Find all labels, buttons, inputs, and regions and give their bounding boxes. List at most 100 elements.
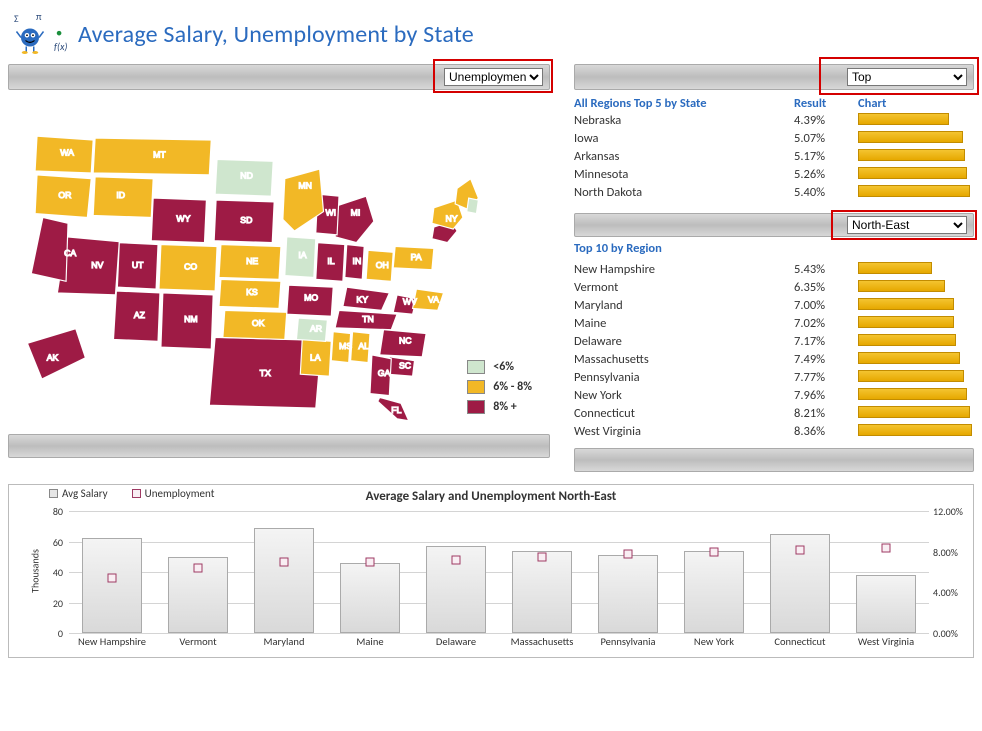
unemployment-point	[624, 550, 633, 559]
result-cell: 5.40%	[794, 185, 858, 200]
svg-text:TN: TN	[362, 314, 374, 324]
table-row: North Dakota5.40%	[574, 183, 974, 201]
bar-cell	[858, 388, 974, 402]
chart-bar	[858, 316, 954, 328]
legend-label-lt6: <6%	[493, 360, 514, 374]
svg-text:AZ: AZ	[134, 310, 146, 320]
result-cell: 8.36%	[794, 424, 858, 439]
svg-text:KS: KS	[246, 287, 258, 297]
map-legend: <6% 6% - 8% 8% +	[467, 360, 532, 420]
svg-text:WA: WA	[60, 148, 74, 158]
table-row: Massachusetts7.49%	[574, 350, 974, 368]
result-cell: 5.07%	[794, 131, 858, 146]
result-cell: 7.02%	[794, 316, 858, 331]
order-dropdown[interactable]: TopBottom	[847, 68, 967, 86]
bar-cell	[858, 113, 974, 127]
table-row: Nebraska4.39%	[574, 111, 974, 129]
svg-text:NY: NY	[445, 213, 457, 223]
table-row: Vermont6.35%	[574, 278, 974, 296]
svg-text:CA: CA	[64, 248, 76, 258]
separator-bar-left	[8, 434, 550, 458]
svg-text:NV: NV	[91, 260, 103, 270]
svg-text:WI: WI	[325, 208, 336, 218]
order-control-bar: TopBottom	[574, 64, 974, 90]
table-row: West Virginia8.36%	[574, 422, 974, 440]
region-dropdown[interactable]: North-EastSouthMid-WestWest	[847, 216, 967, 234]
y-axis-left-ticks: 020406080	[41, 511, 65, 633]
x-tick-label: New Hampshire	[69, 635, 155, 655]
svg-text:MN: MN	[298, 180, 312, 190]
svg-text:PA: PA	[411, 252, 422, 262]
metric-dropdown[interactable]: UnemploymentAvg Salary	[444, 68, 543, 86]
result-cell: 5.43%	[794, 262, 858, 277]
svg-text:NM: NM	[184, 314, 198, 324]
unemployment-point	[710, 548, 719, 557]
svg-text:LA: LA	[310, 353, 321, 363]
x-tick-label: Pennsylvania	[585, 635, 671, 655]
salary-column	[512, 551, 572, 633]
table-row: New Hampshire5.43%	[574, 260, 974, 278]
legend-swatch-lt6	[467, 360, 485, 374]
state-cell: Nebraska	[574, 113, 794, 128]
result-cell: 7.17%	[794, 334, 858, 349]
chart-bar	[858, 424, 972, 436]
chart-bar	[858, 149, 965, 161]
state-cell: Arkansas	[574, 149, 794, 164]
svg-text:VA: VA	[428, 295, 439, 305]
state-cell: Connecticut	[574, 406, 794, 421]
bar-cell	[858, 370, 974, 384]
state-cell: Vermont	[574, 280, 794, 295]
chart-bar	[858, 185, 970, 197]
state-cell: New Hampshire	[574, 262, 794, 277]
table-row: Iowa5.07%	[574, 129, 974, 147]
main-content: WAORID MTNDMN CANVUT WYSDCO IANEKS AZNMO…	[8, 96, 974, 472]
svg-text:SC: SC	[399, 360, 411, 370]
svg-text:MI: MI	[351, 208, 361, 218]
bar-cell	[858, 280, 974, 294]
bar-cell	[858, 185, 974, 199]
table-row: Connecticut8.21%	[574, 404, 974, 422]
svg-text:ND: ND	[240, 171, 253, 181]
state-cell: Maryland	[574, 298, 794, 313]
result-cell: 6.35%	[794, 280, 858, 295]
x-tick-label: Maine	[327, 635, 413, 655]
top5-title: All Regions Top 5 by State	[574, 96, 794, 111]
unemployment-point	[366, 557, 375, 566]
bar-cell	[858, 334, 974, 348]
top5-body: Nebraska4.39%Iowa5.07%Arkansas5.17%Minne…	[574, 111, 974, 201]
unemployment-point	[108, 573, 117, 582]
svg-text:MT: MT	[153, 149, 166, 159]
us-map: WAORID MTNDMN CANVUT WYSDCO IANEKS AZNMO…	[8, 96, 550, 426]
svg-text:OR: OR	[58, 190, 71, 200]
table-row: Maine7.02%	[574, 314, 974, 332]
unemployment-point	[882, 544, 891, 553]
table-row: Delaware7.17%	[574, 332, 974, 350]
svg-text:FL: FL	[391, 405, 401, 415]
state-cell: Maine	[574, 316, 794, 331]
table-row: Maryland7.00%	[574, 296, 974, 314]
x-tick-label: Delaware	[413, 635, 499, 655]
chart-bar	[858, 113, 949, 125]
bar-cell	[858, 352, 974, 366]
result-cell: 5.17%	[794, 149, 858, 164]
state-cell: Iowa	[574, 131, 794, 146]
bar-cell	[858, 262, 974, 276]
state-cell: West Virginia	[574, 424, 794, 439]
x-tick-label: Maryland	[241, 635, 327, 655]
bar-cell	[858, 424, 974, 438]
bar-cell	[858, 298, 974, 312]
chart-bar	[858, 334, 956, 346]
col-result: Result	[794, 96, 858, 111]
state-cell: New York	[574, 388, 794, 403]
state-cell: Massachusetts	[574, 352, 794, 367]
plot-area	[69, 511, 929, 633]
salary-column	[82, 538, 142, 633]
svg-text:IA: IA	[298, 250, 306, 260]
chart-bar	[858, 352, 960, 364]
unemployment-point	[194, 564, 203, 573]
chart-bar	[858, 388, 967, 400]
x-tick-label: New York	[671, 635, 757, 655]
header: Σ π ● f(x) Average Salary, Unemployment …	[8, 8, 974, 64]
legend-label-mid: 6% - 8%	[493, 380, 532, 394]
x-tick-label: Massachusetts	[499, 635, 585, 655]
